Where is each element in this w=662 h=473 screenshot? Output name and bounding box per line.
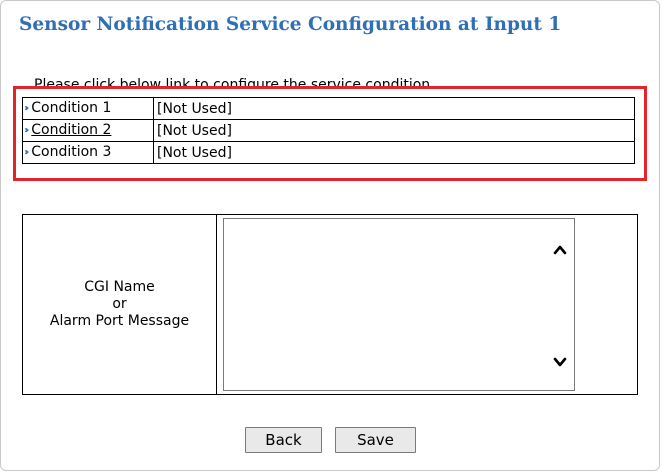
message-textarea[interactable] [223, 218, 575, 391]
condition-1-link[interactable]: Condition 1 [31, 100, 111, 116]
table-row: ›› Condition 1 [Not Used] [22, 97, 635, 120]
back-button[interactable]: Back [245, 427, 322, 453]
condition-3-cell[interactable]: ›› Condition 3 [22, 141, 154, 164]
table-row: ›› Condition 2 [Not Used] [22, 119, 635, 142]
message-label: CGI Name or Alarm Port Message [23, 215, 217, 394]
double-chevron-right-icon: ›› [24, 147, 30, 158]
condition-1-status: [Not Used] [153, 97, 635, 120]
double-chevron-right-icon: ›› [24, 125, 30, 136]
condition-2-link[interactable]: Condition 2 [31, 122, 111, 138]
message-config-box: CGI Name or Alarm Port Message [22, 214, 638, 395]
condition-2-status: [Not Used] [153, 119, 635, 142]
message-label-line1: CGI Name [84, 279, 155, 295]
condition-3-link[interactable]: Condition 3 [31, 144, 111, 160]
chevron-up-icon[interactable] [552, 243, 568, 257]
condition-1-cell[interactable]: ›› Condition 1 [22, 97, 154, 120]
conditions-table: ›› Condition 1 [Not Used] ›› Condition 2 [… [22, 97, 635, 164]
save-button[interactable]: Save [335, 427, 416, 453]
chevron-down-icon[interactable] [552, 355, 568, 369]
page-title: Sensor Notification Service Configuratio… [19, 14, 562, 35]
condition-3-status: [Not Used] [153, 141, 635, 164]
message-label-line2: or [112, 296, 127, 312]
condition-2-cell[interactable]: ›› Condition 2 [22, 119, 154, 142]
table-row: ›› Condition 3 [Not Used] [22, 141, 635, 164]
double-chevron-right-icon: ›› [24, 103, 30, 114]
message-label-line3: Alarm Port Message [49, 313, 190, 329]
